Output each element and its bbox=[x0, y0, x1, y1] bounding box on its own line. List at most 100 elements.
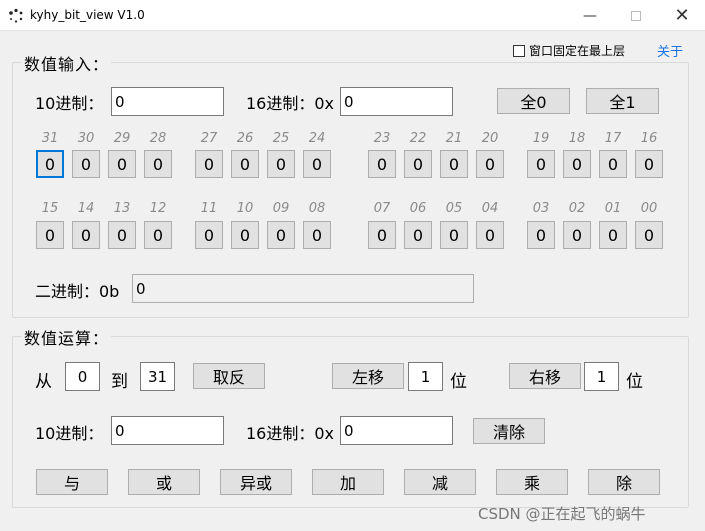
bit-toggle-button[interactable]: 0 bbox=[36, 150, 64, 178]
bit-index-label: 23 bbox=[373, 131, 391, 146]
bit-index-label: 08 bbox=[308, 201, 326, 216]
bit-toggle-button[interactable]: 0 bbox=[72, 221, 100, 249]
bit-toggle-button[interactable]: 0 bbox=[599, 150, 627, 178]
bit-index-label: 12 bbox=[149, 201, 167, 216]
hex-input[interactable]: 0 bbox=[340, 87, 453, 116]
calc-hex-label: 16进制：0x bbox=[246, 424, 335, 443]
bit-toggle-button[interactable]: 0 bbox=[404, 150, 432, 178]
bit-toggle-button[interactable]: 0 bbox=[108, 150, 136, 178]
bit-index-label: 04 bbox=[481, 201, 499, 216]
calc-dec-label: 10进制： bbox=[35, 424, 104, 443]
bit-toggle-button[interactable]: 0 bbox=[195, 221, 223, 249]
shift-right-unit: 位 bbox=[626, 372, 643, 392]
calc-group-title: 数值运算： bbox=[22, 325, 112, 349]
bit-index-label: 01 bbox=[604, 201, 622, 216]
bin-label: 二进制：0b bbox=[35, 282, 120, 301]
xor-button[interactable]: 异或 bbox=[220, 469, 292, 495]
all-zero-button[interactable]: 全0 bbox=[497, 88, 570, 114]
bit-toggle-button[interactable]: 0 bbox=[303, 150, 331, 178]
invert-button[interactable]: 取反 bbox=[193, 363, 265, 389]
bit-toggle-button[interactable]: 0 bbox=[440, 221, 468, 249]
bit-toggle-button[interactable]: 0 bbox=[231, 221, 259, 249]
bit-toggle-button[interactable]: 0 bbox=[368, 150, 396, 178]
clear-button[interactable]: 清除 bbox=[473, 418, 545, 444]
bit-toggle-button[interactable]: 0 bbox=[563, 150, 591, 178]
bit-toggle-button[interactable]: 0 bbox=[527, 150, 555, 178]
bit-index-label: 21 bbox=[445, 131, 463, 146]
minimize-icon: — bbox=[583, 7, 597, 24]
bit-toggle-button[interactable]: 0 bbox=[72, 150, 100, 178]
bit-toggle-button[interactable]: 0 bbox=[440, 150, 468, 178]
bit-index-label: 29 bbox=[113, 131, 131, 146]
bit-toggle-button[interactable]: 0 bbox=[404, 221, 432, 249]
bit-index-label: 20 bbox=[481, 131, 499, 146]
bit-index-label: 11 bbox=[200, 201, 218, 216]
all-one-button[interactable]: 全1 bbox=[586, 88, 659, 114]
bit-toggle-button[interactable]: 0 bbox=[476, 221, 504, 249]
and-button[interactable]: 与 bbox=[36, 469, 108, 495]
calc-hex-input[interactable]: 0 bbox=[340, 416, 453, 445]
bit-toggle-button[interactable]: 0 bbox=[144, 221, 172, 249]
bit-index-label: 25 bbox=[272, 131, 290, 146]
maximize-icon bbox=[631, 10, 641, 21]
bit-toggle-button[interactable]: 0 bbox=[231, 150, 259, 178]
bit-index-label: 18 bbox=[568, 131, 586, 146]
bit-toggle-button[interactable]: 0 bbox=[36, 221, 64, 249]
from-input[interactable]: 0 bbox=[65, 362, 100, 391]
bit-index-label: 13 bbox=[113, 201, 131, 216]
to-input[interactable]: 31 bbox=[140, 362, 175, 391]
window-title: kyhy_bit_view V1.0 bbox=[30, 8, 145, 22]
title-bar: kyhy_bit_view V1.0 — ✕ bbox=[0, 0, 705, 31]
shift-right-input[interactable]: 1 bbox=[584, 362, 619, 391]
calc-dec-input[interactable]: 0 bbox=[111, 416, 224, 445]
bit-index-label: 19 bbox=[532, 131, 550, 146]
bit-index-label: 31 bbox=[41, 131, 59, 146]
always-on-top-toggle[interactable]: 窗口固定在最上层 bbox=[513, 42, 625, 59]
bit-toggle-button[interactable]: 0 bbox=[267, 221, 295, 249]
bit-index-label: 16 bbox=[640, 131, 658, 146]
bit-index-label: 26 bbox=[236, 131, 254, 146]
dec-input[interactable]: 0 bbox=[111, 87, 224, 116]
bit-toggle-button[interactable]: 0 bbox=[599, 221, 627, 249]
bit-index-label: 30 bbox=[77, 131, 95, 146]
bin-output[interactable]: 0 bbox=[132, 274, 474, 303]
shift-left-input[interactable]: 1 bbox=[408, 362, 443, 391]
bit-toggle-button[interactable]: 0 bbox=[476, 150, 504, 178]
subtract-button[interactable]: 减 bbox=[404, 469, 476, 495]
about-link[interactable]: 关于 bbox=[657, 41, 683, 60]
bit-toggle-button[interactable]: 0 bbox=[144, 150, 172, 178]
bit-toggle-button[interactable]: 0 bbox=[635, 221, 663, 249]
or-button[interactable]: 或 bbox=[128, 469, 200, 495]
bit-toggle-button[interactable]: 0 bbox=[267, 150, 295, 178]
bit-index-label: 27 bbox=[200, 131, 218, 146]
to-label: 到 bbox=[111, 372, 128, 392]
bit-toggle-button[interactable]: 0 bbox=[563, 221, 591, 249]
bit-index-label: 14 bbox=[77, 201, 95, 216]
bit-toggle-button[interactable]: 0 bbox=[303, 221, 331, 249]
close-button[interactable]: ✕ bbox=[659, 0, 705, 31]
bit-toggle-button[interactable]: 0 bbox=[195, 150, 223, 178]
bit-index-label: 00 bbox=[640, 201, 658, 216]
shift-left-button[interactable]: 左移 bbox=[332, 363, 404, 389]
from-label: 从 bbox=[35, 372, 52, 392]
bit-toggle-button[interactable]: 0 bbox=[635, 150, 663, 178]
add-button[interactable]: 加 bbox=[312, 469, 384, 495]
shift-right-button[interactable]: 右移 bbox=[509, 363, 581, 389]
close-icon: ✕ bbox=[674, 5, 690, 26]
input-group-title: 数值输入： bbox=[22, 51, 112, 75]
always-on-top-checkbox[interactable] bbox=[513, 44, 525, 57]
multiply-button[interactable]: 乘 bbox=[496, 469, 568, 495]
bit-toggle-button[interactable]: 0 bbox=[527, 221, 555, 249]
divide-button[interactable]: 除 bbox=[588, 469, 660, 495]
dec-label: 10进制： bbox=[35, 94, 104, 113]
bit-index-label: 17 bbox=[604, 131, 622, 146]
watermark: CSDN @正在起飞的蜗牛 bbox=[478, 505, 646, 523]
app-icon bbox=[8, 8, 24, 24]
bit-index-label: 24 bbox=[308, 131, 326, 146]
bit-toggle-button[interactable]: 0 bbox=[368, 221, 396, 249]
maximize-button[interactable] bbox=[613, 0, 659, 31]
bit-toggle-button[interactable]: 0 bbox=[108, 221, 136, 249]
bit-index-label: 05 bbox=[445, 201, 463, 216]
minimize-button[interactable]: — bbox=[567, 0, 613, 31]
bit-index-label: 15 bbox=[41, 201, 59, 216]
